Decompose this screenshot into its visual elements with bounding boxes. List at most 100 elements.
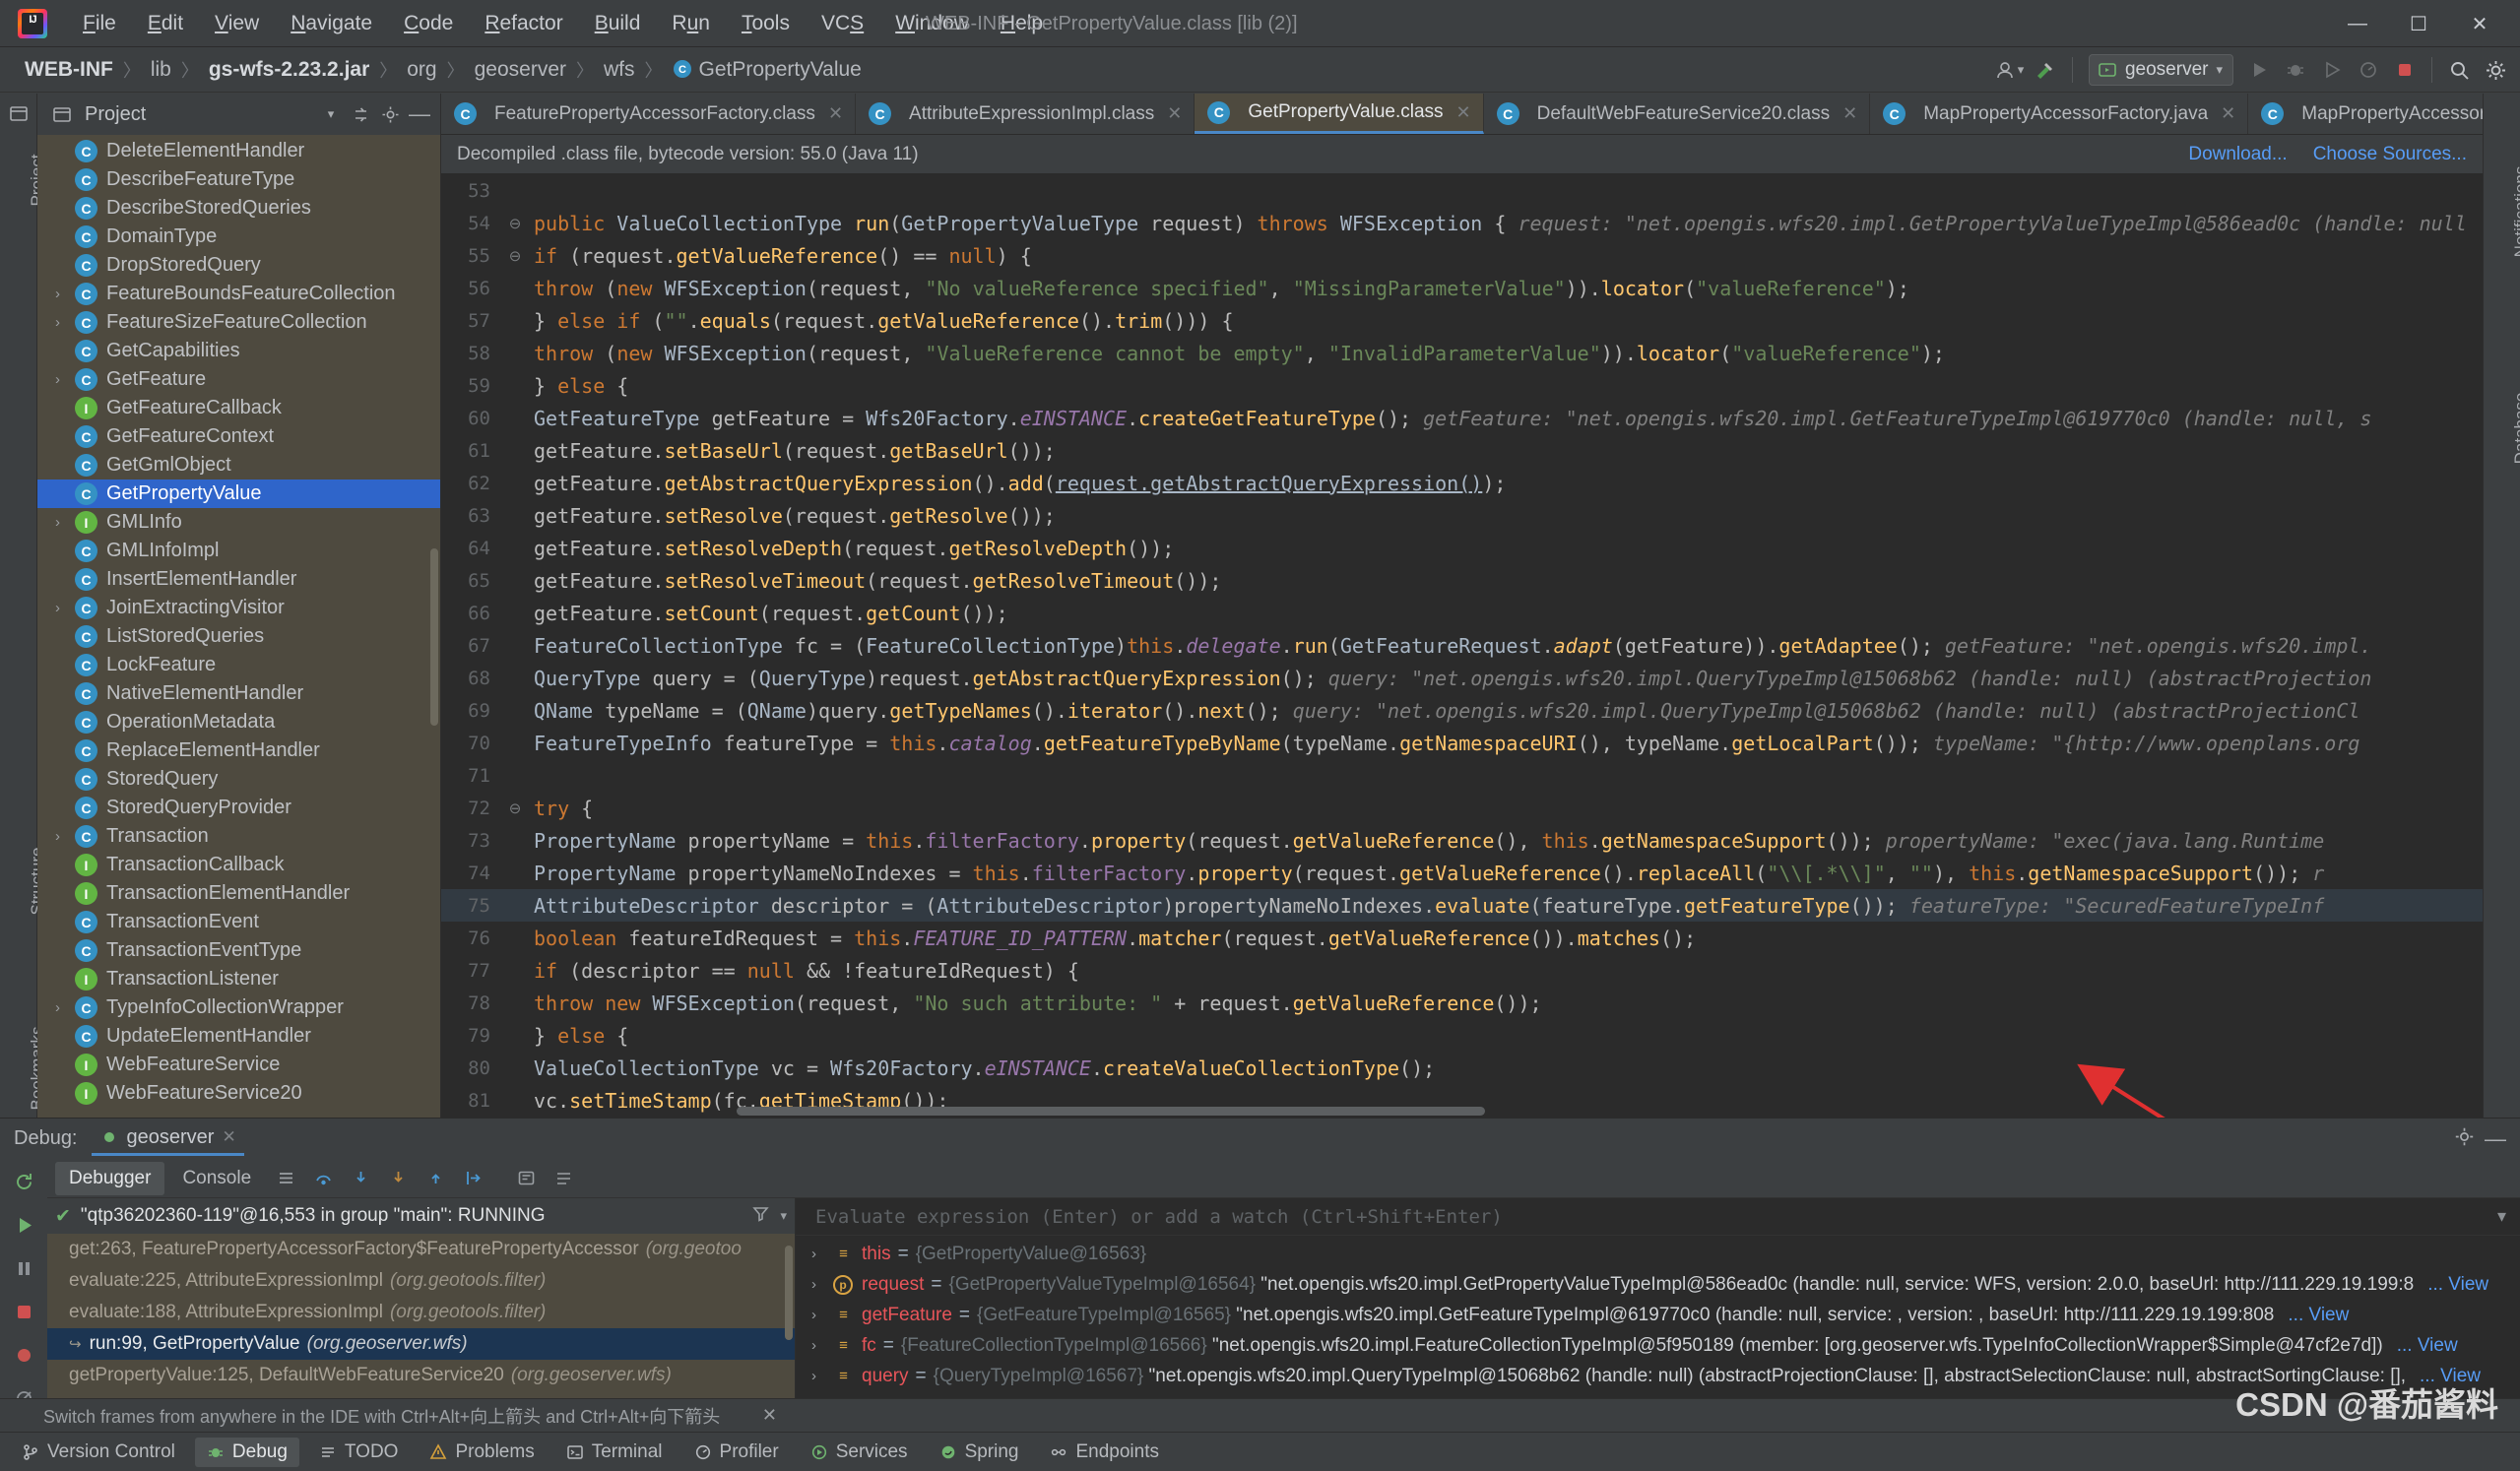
status-bar-todo[interactable]: TODO xyxy=(307,1438,411,1467)
tree-item-nativeelementhandler[interactable]: C NativeElementHandler xyxy=(37,679,440,708)
chevron-right-icon[interactable]: › xyxy=(811,1337,833,1354)
user-icon[interactable]: ▾ xyxy=(1992,53,2026,87)
frame-row[interactable]: evaluate:225, AttributeExpressionImpl (or… xyxy=(47,1265,795,1297)
close-icon[interactable]: ✕ xyxy=(222,1127,235,1147)
tree-item-webfeatureservice20[interactable]: I WebFeatureService20 xyxy=(37,1079,440,1108)
collapse-all-icon[interactable] xyxy=(346,99,375,129)
resume-program-icon[interactable] xyxy=(9,1210,38,1240)
view-breakpoints-icon[interactable] xyxy=(9,1340,38,1370)
status-bar-spring[interactable]: Spring xyxy=(928,1438,1031,1467)
menu-view[interactable]: View xyxy=(199,8,275,39)
variable-row-request[interactable]: › p request = {GetPropertyValueTypeImpl@1656… xyxy=(796,1269,2520,1300)
choose-sources-link[interactable]: Choose Sources... xyxy=(2313,144,2467,165)
tree-item-gmlinfo[interactable]: › I GMLInfo xyxy=(37,508,440,537)
frame-row[interactable]: get:263, FeaturePropertyAccessorFactory$… xyxy=(47,1234,795,1265)
frame-row[interactable]: ↪ run:99, GetPropertyValue (org.geoserver.… xyxy=(47,1328,795,1360)
project-tree[interactable]: C DeleteElementHandler C DescribeFeatureTyp… xyxy=(37,135,440,1118)
tree-item-getcapabilities[interactable]: C GetCapabilities xyxy=(37,337,440,365)
tree-item-replaceelementhandler[interactable]: C ReplaceElementHandler xyxy=(37,736,440,765)
tree-item-transactionevent[interactable]: C TransactionEvent xyxy=(37,908,440,936)
close-icon[interactable]: ✕ xyxy=(828,103,843,124)
tree-item-getfeaturecontext[interactable]: C GetFeatureContext xyxy=(37,422,440,451)
menu-file[interactable]: File xyxy=(67,8,132,39)
menu-tools[interactable]: Tools xyxy=(726,8,806,39)
tab-console[interactable]: Console xyxy=(168,1162,265,1195)
chevron-right-icon[interactable]: › xyxy=(811,1368,833,1384)
breadcrumb-geoserver[interactable]: geoserver xyxy=(466,55,575,85)
code-editor[interactable]: 53 54 ⊖ public ValueCollectionType run(Ge… xyxy=(441,174,2483,1118)
editor-tab-mappropertyaccessorfactory[interactable]: CMapPropertyAccessorFactory✕ xyxy=(2248,94,2483,134)
menu-code[interactable]: Code xyxy=(388,8,469,39)
tree-item-typeinfocollectionwrapper[interactable]: › C TypeInfoCollectionWrapper xyxy=(37,993,440,1022)
status-bar-endpoints[interactable]: Endpoints xyxy=(1038,1438,1171,1467)
status-bar-profiler[interactable]: Profiler xyxy=(682,1438,791,1467)
step-into-icon[interactable] xyxy=(344,1164,377,1193)
menu-run[interactable]: Run xyxy=(656,8,726,39)
breadcrumb-wfs[interactable]: wfs xyxy=(595,55,644,85)
variable-row-this[interactable]: › ≡ this = {GetPropertyValue@16563} xyxy=(796,1239,2520,1269)
close-icon[interactable]: ✕ xyxy=(1456,102,1471,123)
tree-item-updateelementhandler[interactable]: C UpdateElementHandler xyxy=(37,1022,440,1051)
tree-item-getfeature[interactable]: › C GetFeature xyxy=(37,365,440,394)
tree-item-joinextractingvisitor[interactable]: › C JoinExtractingVisitor xyxy=(37,594,440,622)
hammer-build-icon[interactable] xyxy=(2029,53,2062,87)
status-bar-version-control[interactable]: Version Control xyxy=(10,1438,187,1467)
menu-refactor[interactable]: Refactor xyxy=(469,8,578,39)
tree-item-transactioncallback[interactable]: I TransactionCallback xyxy=(37,851,440,879)
editor-tab-defaultwebfeatureservice20-class[interactable]: C DefaultWebFeatureService20.class ✕ xyxy=(1484,94,1871,134)
chevron-down-icon[interactable]: ▾ xyxy=(780,1208,787,1224)
menu-navigate[interactable]: Navigate xyxy=(275,8,388,39)
run-button[interactable] xyxy=(2242,53,2276,87)
fold-marker-icon[interactable]: ⊖ xyxy=(502,215,528,232)
tree-item-transactioneventtype[interactable]: C TransactionEventType xyxy=(37,936,440,965)
tree-item-describestoredqueries[interactable]: C DescribeStoredQueries xyxy=(37,194,440,223)
chevron-right-icon[interactable]: › xyxy=(811,1307,833,1323)
hide-panel-icon[interactable]: — xyxy=(405,99,434,129)
status-bar-debug[interactable]: Debug xyxy=(194,1437,299,1467)
debug-session-tab[interactable]: geoserver ✕ xyxy=(91,1122,244,1156)
chevron-right-icon[interactable]: › xyxy=(55,828,60,845)
horizontal-scrollbar[interactable] xyxy=(737,1107,1485,1116)
fold-marker-icon[interactable]: ⊖ xyxy=(502,247,528,265)
tree-item-transaction[interactable]: › C Transaction xyxy=(37,822,440,851)
status-bar-problems[interactable]: Problems xyxy=(418,1438,546,1467)
profile-button[interactable] xyxy=(2352,53,2385,87)
right-strip-database-label[interactable]: Database xyxy=(2511,369,2520,487)
tree-item-describefeaturetype[interactable]: C DescribeFeatureType xyxy=(37,165,440,194)
menu-build[interactable]: Build xyxy=(579,8,657,39)
settings-gear-icon[interactable] xyxy=(2454,1126,2475,1152)
editor-tab-featurepropertyaccessorfactory-class[interactable]: C FeaturePropertyAccessorFactory.class ✕ xyxy=(441,94,857,134)
tree-item-transactionlistener[interactable]: I TransactionListener xyxy=(37,965,440,993)
stop-program-icon[interactable] xyxy=(9,1297,38,1326)
stop-button[interactable] xyxy=(2388,53,2422,87)
chevron-right-icon[interactable]: › xyxy=(55,600,60,616)
chevron-down-icon[interactable]: ▾ xyxy=(2497,1206,2506,1227)
tree-item-storedqueryprovider[interactable]: C StoredQueryProvider xyxy=(37,794,440,822)
tree-item-webfeatureservice[interactable]: I WebFeatureService xyxy=(37,1051,440,1079)
search-icon[interactable] xyxy=(2442,53,2476,87)
tree-item-storedquery[interactable]: C StoredQuery xyxy=(37,765,440,794)
frame-row[interactable]: getPropertyValue:125, DefaultWebFeatureS… xyxy=(47,1360,795,1391)
download-sources-link[interactable]: Download... xyxy=(2188,144,2287,165)
chevron-right-icon[interactable]: › xyxy=(55,371,60,388)
fold-marker-icon[interactable]: ⊖ xyxy=(502,799,528,817)
settings-gear-icon[interactable] xyxy=(375,99,405,129)
variable-row-fc[interactable]: › ≡ fc = {FeatureCollectionTypeImpl@16566} "… xyxy=(796,1330,2520,1361)
force-step-into-icon[interactable] xyxy=(381,1164,415,1193)
tree-item-featureboundsfeaturecollection[interactable]: › C FeatureBoundsFeatureCollection xyxy=(37,280,440,308)
hide-panel-icon[interactable]: — xyxy=(2485,1126,2506,1152)
tree-item-dropstoredquery[interactable]: C DropStoredQuery xyxy=(37,251,440,280)
close-icon[interactable]: ✕ xyxy=(1842,103,1857,124)
menu-vcs[interactable]: VCS xyxy=(806,8,879,39)
breadcrumb-lib[interactable]: lib xyxy=(142,55,180,85)
evaluate-expression-field[interactable]: Evaluate expression (Enter) or add a wat… xyxy=(796,1198,2520,1236)
tree-item-operationmetadata[interactable]: C OperationMetadata xyxy=(37,708,440,736)
rerun-icon[interactable] xyxy=(9,1167,38,1196)
frame-row[interactable]: evaluate:188, AttributeExpressionImpl (or… xyxy=(47,1297,795,1328)
gear-icon[interactable] xyxy=(2479,53,2512,87)
tree-item-liststoredqueries[interactable]: C ListStoredQueries xyxy=(37,622,440,651)
status-bar-terminal[interactable]: Terminal xyxy=(554,1438,675,1467)
right-strip-notifications-label[interactable]: Notifications xyxy=(2511,153,2520,271)
tree-item-insertelementhandler[interactable]: C InsertElementHandler xyxy=(37,565,440,594)
tree-item-getgmlobject[interactable]: C GetGmlObject xyxy=(37,451,440,480)
